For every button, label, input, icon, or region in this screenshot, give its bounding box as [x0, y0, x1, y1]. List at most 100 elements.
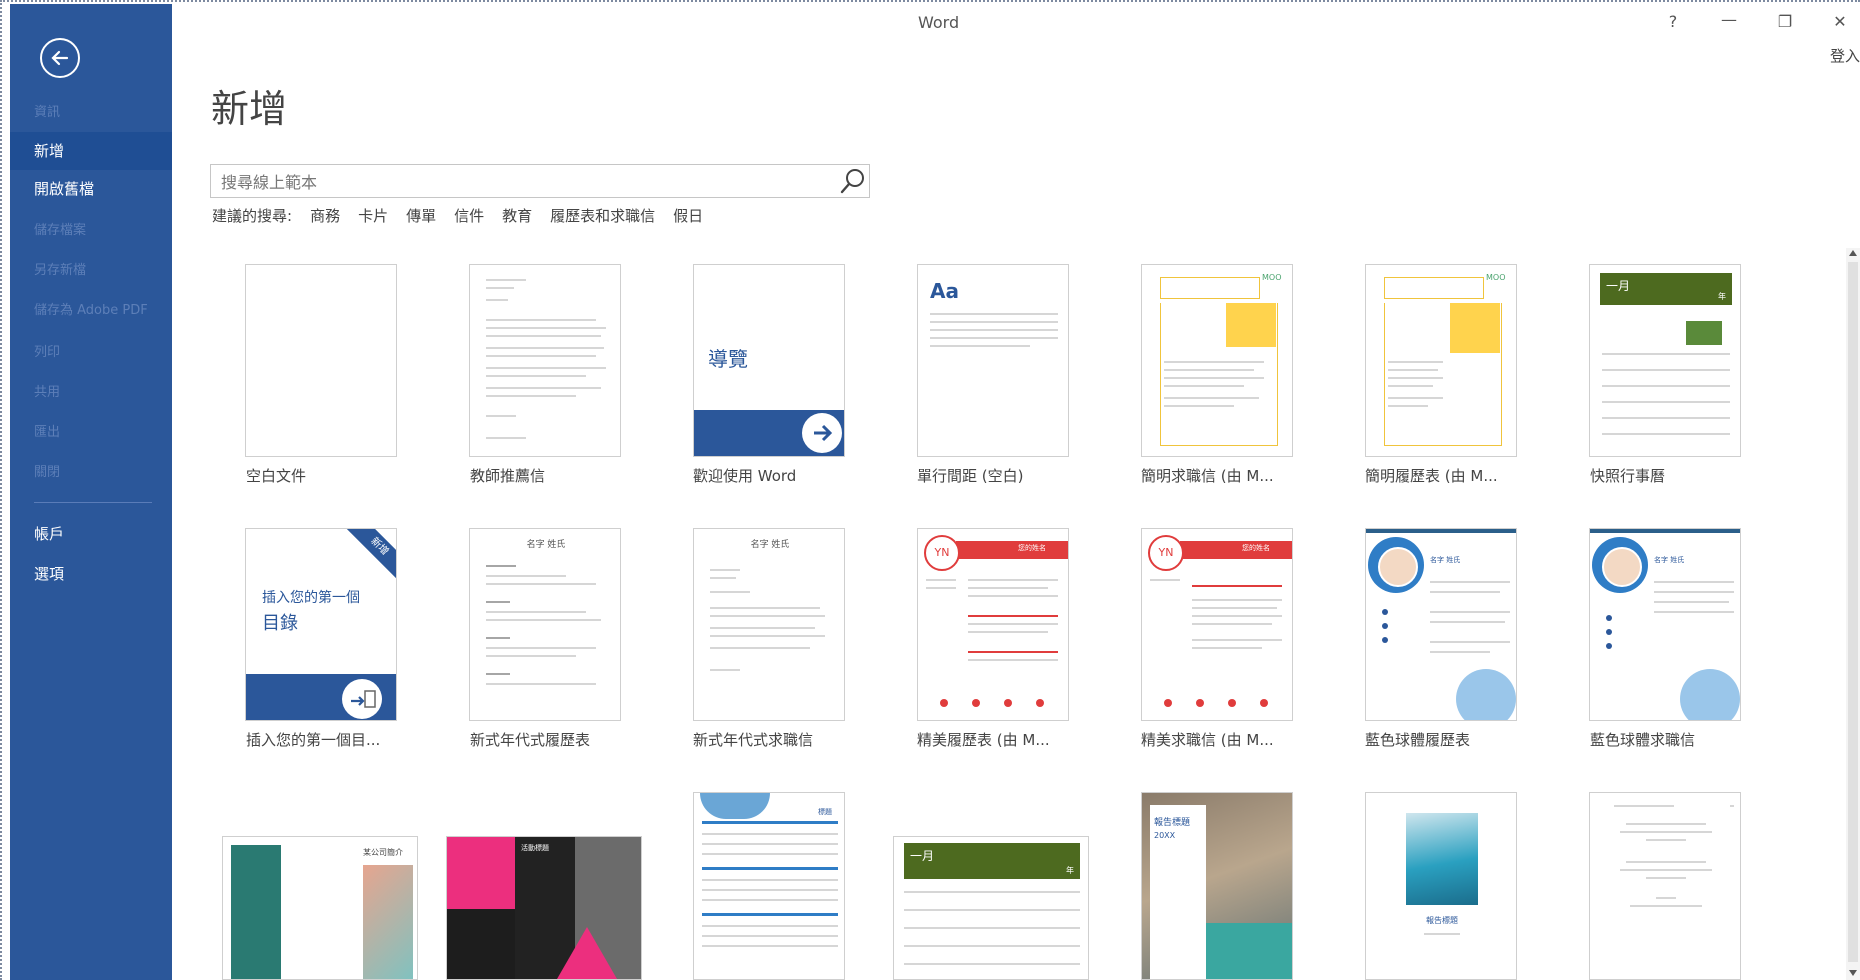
template-single-spaced[interactable]: Aa [917, 264, 1069, 457]
template-modern-chrono-cover-letter[interactable]: 名字 姓氏 [693, 528, 845, 721]
template-label: 簡明履歷表 (由 M... [1365, 467, 1498, 485]
thumb-frame [1160, 303, 1278, 446]
nav-open[interactable]: 開啟舊檔 [10, 170, 172, 208]
template-label: 歡迎使用 Word [693, 467, 797, 485]
nav-save[interactable]: 儲存檔案 [10, 212, 172, 250]
template-company-brochure[interactable]: 某公司簡介 [222, 836, 418, 980]
thumb-red-band [956, 541, 1068, 559]
thumb-year-text: 年 [1066, 866, 1074, 875]
thumb-report-title: 報告標題 [1154, 818, 1191, 828]
window-frame-top [0, 0, 1860, 6]
thumb-event-title: 活動標題 [521, 844, 549, 852]
arrow-circle-icon [802, 413, 842, 453]
template-refined-cover-letter[interactable]: 您的姓名 YN [1141, 528, 1293, 721]
template-refined-resume[interactable]: 您的姓名 YN [917, 528, 1069, 721]
template-label: 藍色球體求職信 [1590, 731, 1696, 749]
nav-new[interactable]: 新增 [10, 132, 172, 170]
suggested-link-resumes[interactable]: 履歷表和求職信 [550, 205, 655, 226]
signin-link[interactable]: 登入 [1830, 45, 1860, 66]
template-blue-schedule[interactable]: 標題 [693, 792, 845, 980]
thumb-your-name: 您的姓名 [1018, 544, 1046, 552]
thumb-year-text: 年 [1718, 292, 1726, 301]
nav-save-pdf[interactable]: 儲存為 Adobe PDF [10, 292, 172, 330]
nav-options[interactable]: 選項 [10, 555, 172, 593]
search-box [210, 164, 870, 198]
scrollbar-thumb[interactable] [1848, 262, 1858, 962]
nav-print[interactable]: 列印 [10, 334, 172, 372]
insert-toc-icon [342, 679, 382, 719]
template-event-flyer[interactable]: 活動標題 [446, 836, 642, 980]
thumb-frame [1384, 303, 1502, 446]
template-label: 精美求職信 (由 M... [1141, 731, 1274, 749]
thumb-report-title: 報告標題 [1426, 916, 1458, 925]
nav-info[interactable]: 資訊 [10, 94, 172, 132]
search-input[interactable] [219, 168, 823, 196]
thumb-avatar [1602, 547, 1642, 587]
template-report-building[interactable]: 報告標題 20XX [1141, 792, 1293, 980]
template-teacher-recommendation[interactable] [469, 264, 621, 457]
vertical-scrollbar[interactable] [1846, 248, 1860, 980]
suggested-link-holidays[interactable]: 假日 [673, 205, 703, 226]
thumb-initials: YN [924, 535, 960, 571]
thumb-name-text: 名字 姓氏 [526, 540, 566, 550]
template-concise-resume[interactable]: MOO [1365, 264, 1517, 457]
app-title: Word [918, 13, 960, 32]
suggested-link-flyers[interactable]: 傳單 [406, 205, 436, 226]
nav-export[interactable]: 匯出 [10, 414, 172, 452]
template-modern-chrono-resume[interactable]: 名字 姓氏 [469, 528, 621, 721]
close-button[interactable]: ✕ [1825, 12, 1855, 31]
nav-account[interactable]: 帳戶 [10, 515, 172, 553]
thumb-your-name: 您的姓名 [1242, 544, 1270, 552]
suggested-link-cards[interactable]: 卡片 [358, 205, 388, 226]
thumb-company-text: 某公司簡介 [363, 848, 403, 857]
thumb-photo [1686, 321, 1722, 345]
template-label: 快照行事曆 [1590, 467, 1666, 485]
thumb-initials: YN [1148, 535, 1184, 571]
suggested-link-education[interactable]: 教育 [502, 205, 532, 226]
template-label: 新式年代式求職信 [693, 731, 814, 749]
thumb-title-text: 標題 [818, 808, 832, 816]
template-label: 教師推薦信 [470, 467, 546, 485]
thumb-name-text: 名字 姓氏 [1430, 556, 1461, 564]
thumb-header-box [1160, 277, 1260, 299]
suggested-searches: 建議的搜尋: 商務 卡片 傳單 信件 教育 履歷表和求職信 假日 [212, 205, 703, 226]
template-label: 單行間距 (空白) [917, 467, 1024, 485]
template-concise-cover-letter[interactable]: MOO [1141, 264, 1293, 457]
template-snapshot-calendar[interactable]: 一月 年 [1589, 264, 1741, 457]
search-button[interactable] [837, 167, 867, 195]
new-ribbon: 新增 [340, 529, 396, 586]
template-label: 空白文件 [246, 467, 307, 485]
moo-badge: MOO [1486, 273, 1506, 282]
nav-save-as[interactable]: 另存新檔 [10, 252, 172, 290]
suggested-link-letters[interactable]: 信件 [454, 205, 484, 226]
window-frame-left [0, 0, 6, 980]
thumb-month-text: 一月 [1606, 279, 1631, 293]
suggested-link-business[interactable]: 商務 [310, 205, 340, 226]
thumb-toc-line2: 目錄 [262, 613, 298, 634]
minimize-button[interactable]: — [1714, 10, 1744, 29]
template-plain-letter[interactable] [1589, 792, 1741, 980]
restore-button[interactable]: ❐ [1770, 12, 1800, 31]
nav-share[interactable]: 共用 [10, 374, 172, 412]
scroll-down-icon[interactable] [1849, 970, 1857, 976]
template-label: 簡明求職信 (由 M... [1141, 467, 1274, 485]
thumb-toc-line1: 插入您的第一個 [262, 590, 360, 606]
sidebar-divider [34, 502, 152, 503]
template-report-ice[interactable]: 報告標題 [1365, 792, 1517, 980]
help-button[interactable]: ? [1658, 12, 1688, 31]
template-blue-sphere-cover-letter[interactable]: 名字 姓氏 [1589, 528, 1741, 721]
thumb-red-band [1180, 541, 1292, 559]
thumb-tour-text: 導覽 [708, 347, 748, 371]
thumb-ice-photo [1406, 813, 1478, 905]
thumb-month-text: 一月 [910, 849, 935, 863]
page-title: 新增 [211, 87, 288, 131]
template-blank-document[interactable] [245, 264, 397, 457]
template-welcome-word[interactable]: 導覽 [693, 264, 845, 457]
template-blue-sphere-resume[interactable]: 名字 姓氏 [1365, 528, 1517, 721]
back-button[interactable] [40, 38, 80, 78]
scroll-up-icon[interactable] [1849, 250, 1857, 256]
nav-close[interactable]: 關閉 [10, 454, 172, 492]
template-landscape-calendar[interactable]: 一月 年 [893, 836, 1089, 980]
thumb-avatar [1378, 547, 1418, 587]
template-insert-toc[interactable]: 新增 插入您的第一個 目錄 [245, 528, 397, 721]
